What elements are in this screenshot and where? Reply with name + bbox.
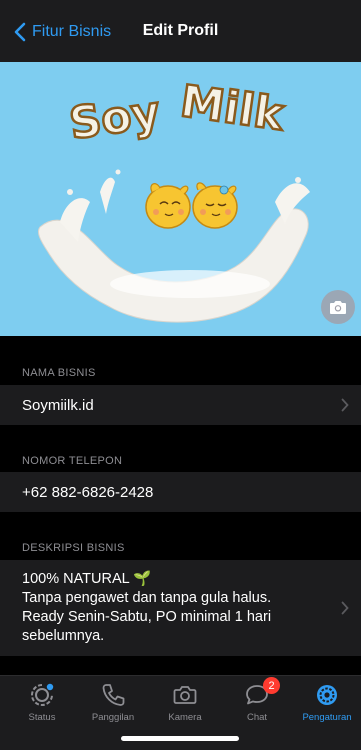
tab-calls[interactable]: Panggilan bbox=[78, 682, 148, 724]
chevron-left-icon bbox=[14, 22, 26, 42]
settings-icon bbox=[314, 682, 340, 708]
chat-unread-badge: 2 bbox=[263, 677, 280, 694]
camera-icon bbox=[172, 682, 198, 708]
business-name-row[interactable]: Soymiilk.id bbox=[0, 385, 361, 425]
description-row[interactable]: 100% NATURAL 🌱 Tanpa pengawet dan tanpa … bbox=[0, 560, 361, 656]
description-line-1: 100% NATURAL 🌱 bbox=[22, 571, 152, 587]
chevron-right-icon bbox=[341, 398, 349, 412]
description-line-4: sebelumnya. bbox=[22, 628, 105, 644]
phone-row[interactable]: +62 882-6826-2428 bbox=[0, 472, 361, 512]
cover-photo[interactable]: Soy Milk bbox=[0, 52, 361, 336]
phone-icon bbox=[100, 682, 126, 708]
home-indicator[interactable] bbox=[121, 736, 239, 741]
tab-status-label: Status bbox=[28, 712, 56, 723]
camera-icon bbox=[330, 300, 346, 314]
description-line-3: Ready Senin-Sabtu, PO minimal 1 hari bbox=[22, 609, 272, 625]
chat-icon: 2 bbox=[244, 677, 280, 708]
logo-milk-text: Milk bbox=[177, 76, 288, 141]
back-button[interactable]: Fitur Bisnis bbox=[14, 20, 111, 44]
description-line-2: Tanpa pengawet dan tanpa gula halus. bbox=[22, 590, 272, 606]
tab-chat-label: Chat bbox=[246, 712, 268, 723]
tab-settings-label: Pengaturan bbox=[302, 712, 352, 723]
tab-settings[interactable]: Pengaturan bbox=[292, 682, 361, 724]
change-cover-camera-button[interactable] bbox=[321, 290, 355, 324]
tab-calls-label: Panggilan bbox=[91, 712, 135, 723]
tab-chat[interactable]: 2 Chat bbox=[222, 677, 292, 724]
description-label: DESKRIPSI BISNIS bbox=[22, 542, 125, 554]
tab-camera[interactable]: Kamera bbox=[150, 682, 220, 724]
business-name-value: Soymiilk.id bbox=[22, 396, 94, 414]
business-name-label: NAMA BISNIS bbox=[22, 367, 96, 379]
phone-label: NOMOR TELEPON bbox=[22, 455, 123, 467]
phone-value: +62 882-6826-2428 bbox=[22, 483, 154, 501]
edit-profile-screen: Soy Milk Fitur Bisnis Edit Profil NAMA B… bbox=[0, 0, 361, 750]
navigation-bar: Fitur Bisnis Edit Profil bbox=[0, 0, 361, 62]
soy-milk-logo-image: Soy Milk bbox=[37, 75, 310, 323]
logo-soy-text: Soy bbox=[66, 87, 163, 150]
status-icon bbox=[29, 682, 55, 708]
tab-bar: Status Panggilan Kamera 2 Chat Pengatura… bbox=[0, 675, 361, 750]
tab-status[interactable]: Status bbox=[7, 682, 77, 724]
chevron-right-icon bbox=[341, 601, 349, 615]
back-button-label: Fitur Bisnis bbox=[32, 23, 112, 40]
tab-camera-label: Kamera bbox=[168, 712, 202, 723]
